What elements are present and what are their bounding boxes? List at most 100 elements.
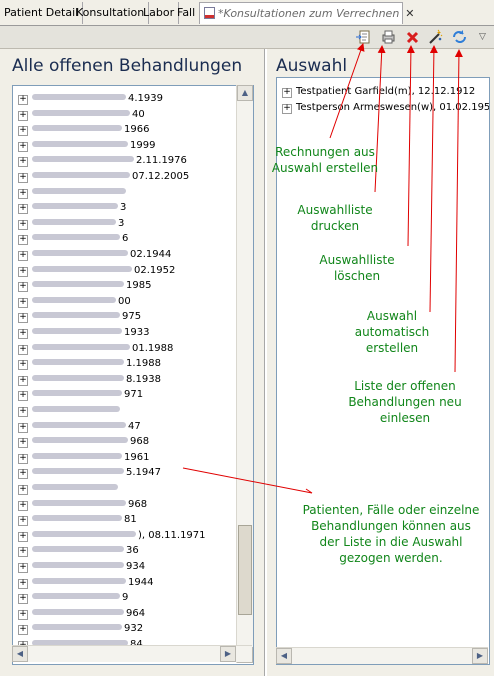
treatment-row[interactable]: +02.1952 — [18, 263, 175, 279]
expand-icon[interactable]: + — [18, 578, 28, 589]
treatment-row[interactable]: +1933 — [18, 325, 149, 341]
scroll-right-button[interactable]: ▶ — [220, 646, 236, 662]
expand-icon[interactable]: + — [18, 313, 28, 324]
expand-icon[interactable]: + — [18, 609, 28, 620]
redacted-patient-name — [32, 172, 130, 178]
print-selection-button[interactable] — [380, 29, 397, 45]
treatment-row[interactable]: +3 — [18, 216, 124, 232]
expand-icon[interactable]: + — [18, 438, 28, 449]
expand-icon[interactable]: + — [18, 95, 28, 105]
scroll-right-button[interactable]: ▶ — [472, 648, 488, 664]
expand-icon[interactable]: + — [18, 282, 28, 293]
expand-icon[interactable]: + — [18, 547, 28, 558]
treatment-row-date: 964 — [126, 607, 146, 619]
treatment-row[interactable]: +01.1988 — [18, 341, 173, 357]
treatment-row[interactable]: + — [18, 403, 122, 419]
expand-icon[interactable]: + — [18, 360, 28, 371]
treatment-row[interactable]: +1.1988 — [18, 356, 161, 372]
treatment-row-date: 00 — [118, 295, 131, 307]
expand-icon[interactable]: + — [18, 500, 28, 511]
tab-fall[interactable]: Fall — [173, 2, 201, 24]
selection-row[interactable]: + Testperson Armeswesen(w), 01.02.1950 — [282, 100, 489, 116]
treatment-row[interactable]: +), 08.11.1971 — [18, 528, 206, 544]
treatment-row-date: 2.11.1976 — [136, 155, 187, 167]
expand-icon[interactable]: + — [18, 531, 28, 542]
treatment-row[interactable]: +47 — [18, 419, 141, 435]
treatment-row[interactable]: +1985 — [18, 278, 151, 294]
scroll-left-button[interactable]: ◀ — [276, 648, 292, 664]
treatment-row[interactable]: +9 — [18, 590, 128, 606]
expand-icon[interactable]: + — [18, 251, 28, 261]
expand-icon[interactable]: + — [18, 625, 28, 636]
treatment-row[interactable]: +81 — [18, 512, 137, 528]
auto-create-selection-button[interactable] — [427, 29, 444, 45]
tab-konsultationen-zum-verrechnen[interactable]: *Konsultationen zum Verrechnen ✕ — [199, 2, 415, 24]
expand-icon[interactable]: + — [18, 375, 28, 386]
treatment-row[interactable]: +6 — [18, 231, 128, 247]
expand-icon[interactable]: + — [18, 266, 28, 277]
expand-icon[interactable]: + — [18, 110, 28, 121]
open-treatments-hscrollbar[interactable]: ◀ ▶ — [12, 645, 252, 662]
expand-icon[interactable]: + — [18, 594, 28, 605]
reload-list-button[interactable] — [451, 29, 468, 45]
expand-icon[interactable]: + — [18, 219, 28, 230]
expand-icon[interactable]: + — [18, 485, 28, 495]
treatment-row[interactable]: +40 — [18, 107, 145, 123]
scroll-up-button[interactable]: ▲ — [237, 85, 253, 101]
selection-hscrollbar[interactable]: ◀ ▶ — [276, 647, 488, 664]
expand-icon[interactable]: + — [18, 157, 28, 168]
scroll-left-button[interactable]: ◀ — [12, 646, 28, 662]
expand-icon[interactable]: + — [18, 516, 28, 527]
expand-icon[interactable]: + — [18, 126, 28, 137]
expand-icon[interactable]: + — [18, 297, 28, 308]
treatment-row[interactable]: +968 — [18, 497, 147, 513]
close-tab-icon[interactable]: ✕ — [405, 7, 414, 20]
expand-icon[interactable]: + — [282, 104, 292, 114]
expand-icon[interactable]: + — [18, 173, 28, 183]
treatment-row[interactable]: +07.12.2005 — [18, 169, 189, 185]
treatment-row[interactable]: +932 — [18, 621, 143, 637]
expand-icon[interactable]: + — [18, 563, 28, 573]
treatment-row[interactable]: +1944 — [18, 575, 153, 591]
treatment-row[interactable]: +975 — [18, 309, 141, 325]
expand-icon[interactable]: + — [18, 391, 28, 402]
tab-patient-detail[interactable]: Patient Detail — [0, 2, 84, 24]
selection-row[interactable]: + Testpatient Garfield(m), 12.12.1912 — [282, 84, 475, 100]
treatment-row[interactable]: +1961 — [18, 450, 149, 466]
treatment-row[interactable]: +00 — [18, 294, 131, 310]
expand-icon[interactable]: + — [18, 453, 28, 464]
expand-icon[interactable]: + — [18, 235, 28, 246]
treatment-row[interactable]: +36 — [18, 543, 139, 559]
expand-icon[interactable]: + — [18, 188, 28, 199]
treatment-row[interactable]: +968 — [18, 434, 149, 450]
treatment-row[interactable]: +934 — [18, 559, 145, 575]
invoice-from-selection-button[interactable] — [355, 29, 372, 45]
treatment-row[interactable]: +5.1947 — [18, 465, 161, 481]
view-menu-button[interactable]: ▽ — [474, 29, 491, 45]
delete-selection-button[interactable] — [404, 29, 421, 45]
treatment-row[interactable]: +2.11.1976 — [18, 153, 187, 169]
open-treatments-tree[interactable]: +4.1939 +40 +1966 +1999 +2.11.1976 +07.12.200… — [12, 85, 254, 665]
treatment-row[interactable]: +3 — [18, 200, 126, 216]
treatment-row[interactable]: + — [18, 481, 120, 497]
expand-icon[interactable]: + — [18, 329, 28, 339]
expand-icon[interactable]: + — [18, 422, 28, 433]
treatment-row[interactable]: +964 — [18, 606, 145, 622]
expand-icon[interactable]: + — [282, 88, 292, 98]
expand-icon[interactable]: + — [18, 204, 28, 215]
open-treatments-vscrollbar[interactable]: ▲ ▼ — [236, 85, 253, 663]
expand-icon[interactable]: + — [18, 469, 28, 480]
treatment-row[interactable]: +4.1939 — [18, 91, 163, 107]
scroll-thumb[interactable] — [238, 525, 252, 615]
treatment-row[interactable]: + — [18, 185, 128, 201]
treatment-row[interactable]: +02.1944 — [18, 247, 171, 263]
tab-konsultation[interactable]: Konsultation — [72, 2, 150, 24]
expand-icon[interactable]: + — [18, 344, 28, 355]
expand-icon[interactable]: + — [18, 407, 28, 417]
expand-icon[interactable]: + — [18, 141, 28, 152]
annotation-delete-selection: Auswahlliste löschen — [319, 253, 395, 283]
treatment-row[interactable]: +8.1938 — [18, 372, 161, 388]
treatment-row[interactable]: +1999 — [18, 138, 155, 154]
treatment-row[interactable]: +1966 — [18, 122, 149, 138]
treatment-row[interactable]: +971 — [18, 387, 143, 403]
